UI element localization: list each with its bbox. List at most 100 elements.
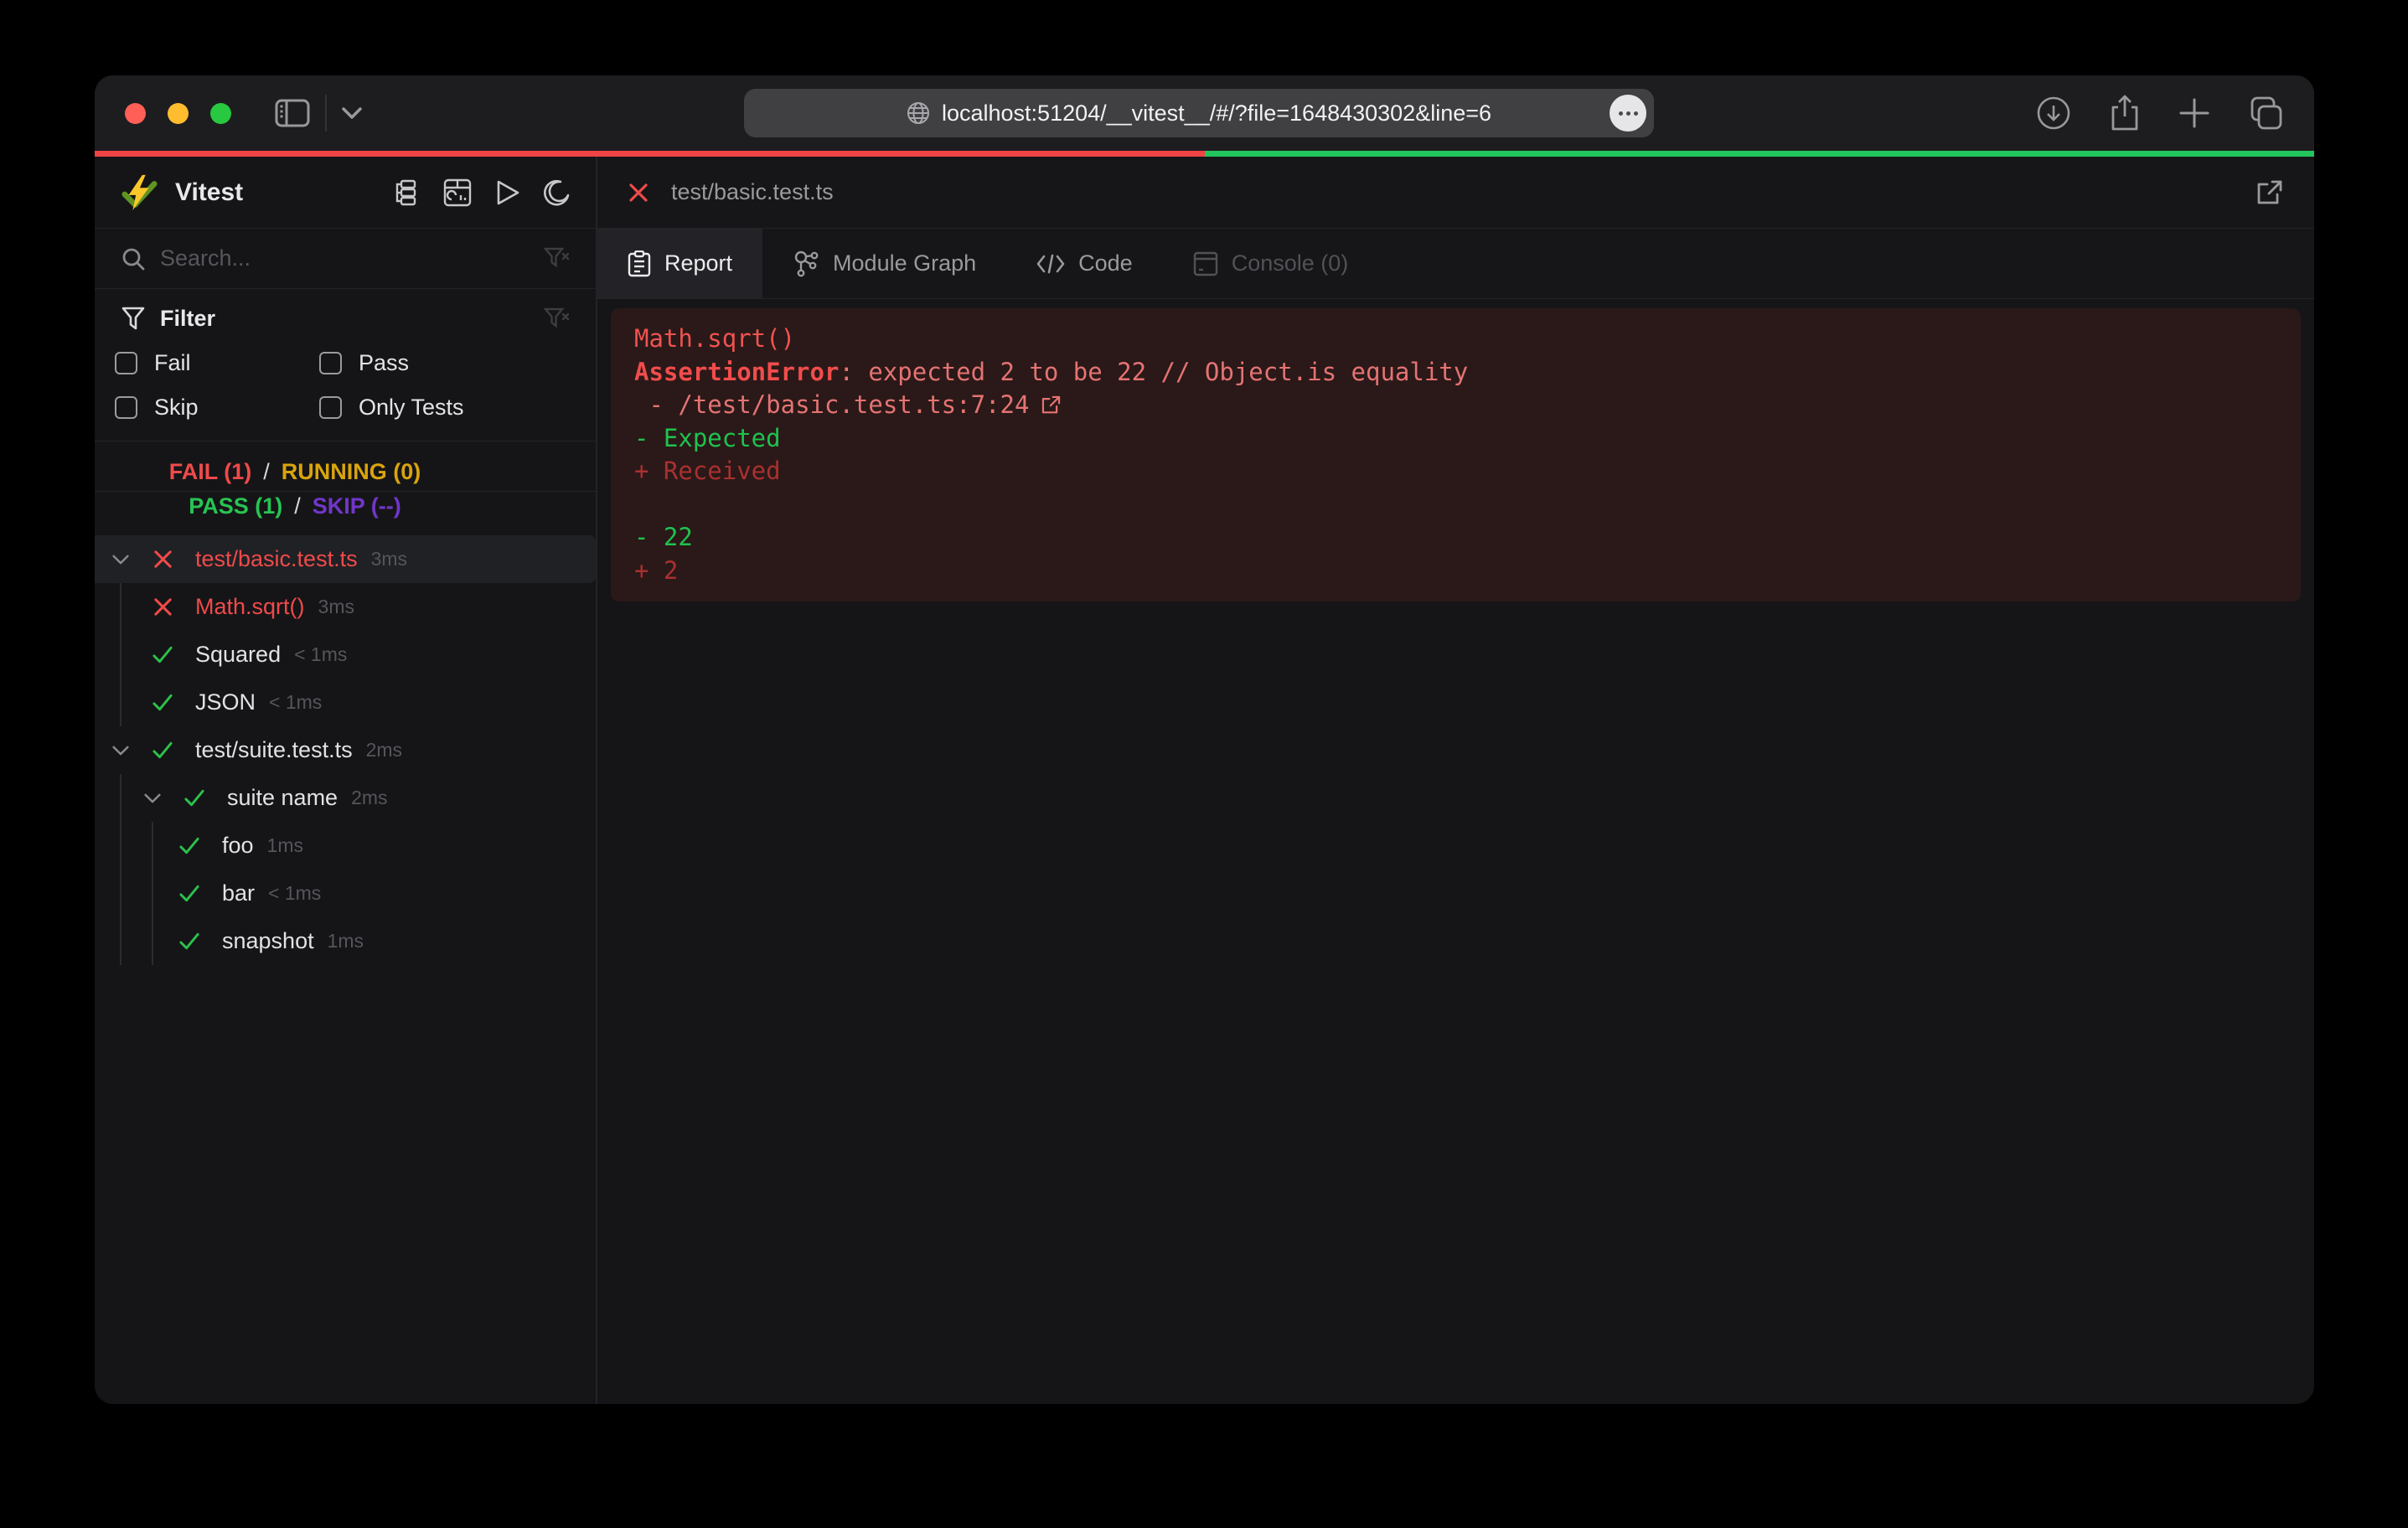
run-all-icon[interactable] xyxy=(495,179,520,206)
tab-module-graph[interactable]: Module Graph xyxy=(762,229,1006,298)
browser-toolbar: localhost:51204/__vitest__/#/?file=16484… xyxy=(95,75,2314,151)
pass-check-icon xyxy=(152,643,173,666)
dashboard-icon[interactable] xyxy=(443,178,472,207)
zoom-window-button[interactable] xyxy=(210,103,231,124)
test-duration: 3ms xyxy=(318,596,354,618)
expand-chevron-icon[interactable] xyxy=(110,555,132,565)
expand-chevron-icon[interactable] xyxy=(142,793,163,803)
chevron-down-icon[interactable] xyxy=(342,107,362,119)
filter-title: Filter xyxy=(160,306,215,332)
tab-label: Console (0) xyxy=(1232,250,1349,276)
url-text: localhost:51204/__vitest__/#/?file=16484… xyxy=(942,101,1491,126)
test-tree-item[interactable]: foo1ms xyxy=(95,822,596,870)
pass-check-icon xyxy=(183,787,205,809)
downloads-icon[interactable] xyxy=(2036,96,2071,131)
indent-guide xyxy=(120,679,121,726)
checkbox-icon[interactable] xyxy=(319,396,342,419)
test-tree-item[interactable]: bar < 1ms xyxy=(95,870,596,917)
tree-view-icon[interactable] xyxy=(393,179,420,206)
indent-guide xyxy=(120,917,121,965)
error-report-panel: Math.sqrt() AssertionError: expected 2 t… xyxy=(611,308,2301,601)
test-name: suite name xyxy=(227,785,338,811)
page-settings-button[interactable] xyxy=(1610,95,1646,132)
test-duration: 2ms xyxy=(366,739,402,761)
test-name: test/suite.test.ts xyxy=(195,737,353,763)
test-tree-item[interactable]: JSON< 1ms xyxy=(95,679,596,726)
sidebar-header: Vitest xyxy=(95,157,596,229)
test-name: Math.sqrt() xyxy=(195,594,305,620)
running-count: RUNNING (0) xyxy=(282,459,421,485)
test-tree-item[interactable]: suite name 2ms xyxy=(95,774,596,822)
indent-guide xyxy=(120,583,121,631)
funnel-icon xyxy=(121,307,145,332)
vitest-logo-icon xyxy=(120,173,158,212)
test-tree-item[interactable]: Squared< 1ms xyxy=(95,631,596,679)
address-bar[interactable]: localhost:51204/__vitest__/#/?file=16484… xyxy=(744,89,1654,137)
checkbox-label: Pass xyxy=(359,350,409,376)
checkbox-icon[interactable] xyxy=(115,396,137,419)
test-duration: 2ms xyxy=(351,787,387,809)
search-input[interactable] xyxy=(160,245,529,271)
open-file-header: test/basic.test.ts xyxy=(597,157,2314,229)
minimize-window-button[interactable] xyxy=(168,103,189,124)
code-icon xyxy=(1036,253,1065,275)
close-window-button[interactable] xyxy=(125,103,146,124)
test-tree-item[interactable]: snapshot1ms xyxy=(95,917,596,965)
expand-chevron-icon[interactable] xyxy=(110,746,132,756)
checkbox-icon[interactable] xyxy=(115,352,137,374)
test-tree-item[interactable]: test/suite.test.ts 2ms xyxy=(95,726,596,774)
fail-x-icon xyxy=(152,549,173,570)
pass-count: PASS (1) xyxy=(189,493,282,519)
tab-report[interactable]: Report xyxy=(597,229,762,298)
stack-frame-link[interactable]: /test/basic.test.ts:7:24 xyxy=(678,389,1029,422)
open-in-editor-icon[interactable] xyxy=(2256,178,2284,207)
external-link-icon[interactable] xyxy=(1041,395,1062,416)
fail-x-icon xyxy=(628,182,649,204)
checkbox-label: Only Tests xyxy=(359,395,464,421)
sidebar-toggle-icon[interactable] xyxy=(275,99,310,127)
indent-guide xyxy=(152,870,153,917)
test-name: Squared xyxy=(195,642,281,668)
dark-mode-icon[interactable] xyxy=(544,179,571,206)
tab-overview-icon[interactable] xyxy=(2249,96,2284,130)
module-graph-icon xyxy=(793,250,819,277)
pass-check-icon xyxy=(152,739,173,761)
search-bar xyxy=(95,229,596,289)
share-icon[interactable] xyxy=(2110,95,2140,132)
view-tabs: ReportModule GraphCode Console (0) xyxy=(597,229,2314,299)
test-name: bar xyxy=(222,880,255,906)
test-tree: test/basic.test.ts3ms Math.sqrt() 3ms Squar… xyxy=(95,532,596,1404)
new-tab-icon[interactable] xyxy=(2178,97,2210,129)
filter-checkbox-skip[interactable]: Skip xyxy=(115,395,319,421)
checkbox-label: Fail xyxy=(154,350,191,376)
filter-checkbox-fail[interactable]: Fail xyxy=(115,350,319,376)
test-name: JSON xyxy=(195,689,256,715)
diff-expected-label: - Expected xyxy=(634,422,2277,456)
indent-guide xyxy=(120,631,121,679)
pass-check-icon xyxy=(178,882,200,905)
toolbar-divider xyxy=(325,95,327,132)
clear-filter-icon[interactable] xyxy=(544,307,569,331)
open-file-name: test/basic.test.ts xyxy=(671,179,834,205)
test-name: foo xyxy=(222,833,254,859)
desktop-background: localhost:51204/__vitest__/#/?file=16484… xyxy=(0,0,2408,1528)
progress-fail-segment xyxy=(95,151,1205,157)
filter-options: Fail Pass Skip Only Tests xyxy=(115,350,569,421)
filter-checkbox-only-tests[interactable]: Only Tests xyxy=(319,395,569,421)
tab-console-0[interactable]: Console (0) xyxy=(1163,229,1379,298)
fail-x-icon xyxy=(152,596,173,617)
failed-test-name: Math.sqrt() xyxy=(634,323,2277,356)
indent-guide xyxy=(152,822,153,870)
pass-check-icon xyxy=(178,834,200,857)
filter-checkbox-pass[interactable]: Pass xyxy=(319,350,569,376)
clear-search-filter-icon[interactable] xyxy=(544,247,569,271)
app-title: Vitest xyxy=(175,178,243,207)
tab-code[interactable]: Code xyxy=(1006,229,1163,298)
run-summary: FAIL (1) / RUNNING (0) PASS (1) / SKIP (… xyxy=(95,441,596,532)
test-tree-item[interactable]: Math.sqrt() 3ms xyxy=(95,583,596,631)
test-tree-item[interactable]: test/basic.test.ts3ms xyxy=(95,535,596,583)
test-duration: < 1ms xyxy=(268,882,321,905)
checkbox-icon[interactable] xyxy=(319,352,342,374)
diff-received-label: + Received xyxy=(634,455,2277,488)
checkbox-label: Skip xyxy=(154,395,199,421)
